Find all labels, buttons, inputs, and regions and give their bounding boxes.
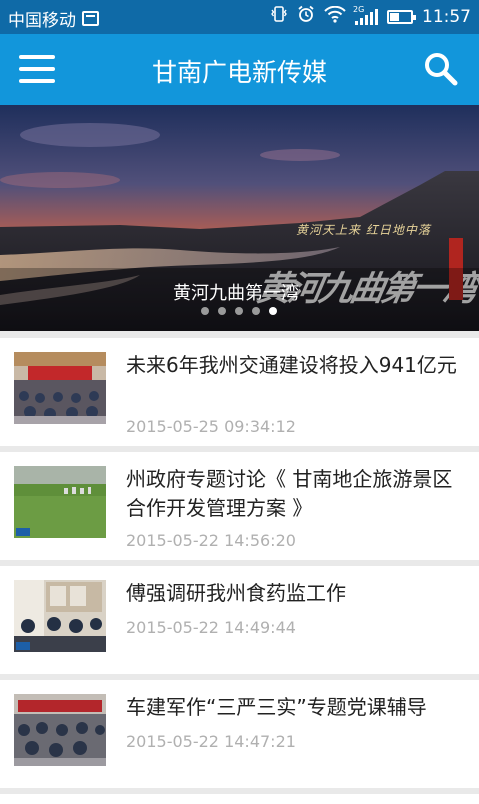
app-title: 甘南广电新传媒 — [151, 58, 327, 87]
search-icon[interactable] — [423, 51, 459, 87]
status-right: 2G 11:57 — [270, 5, 471, 28]
carousel-dot-active[interactable] — [269, 307, 277, 315]
banner-overlay-poem: 黄河天上来 红日地中落 — [296, 223, 431, 237]
news-item[interactable]: 州政府专题讨论《 甘南地企旅游景区合作开发管理方案 》 2015-05-22 1… — [0, 452, 479, 560]
news-item[interactable]: 车建军作“三严三实”专题党课辅导 2015-05-22 14:47:21 — [0, 680, 479, 788]
clock-label: 11:57 — [422, 6, 471, 27]
carousel-dot[interactable] — [201, 307, 209, 315]
news-thumbnail — [14, 466, 106, 538]
status-left: 中国移动 — [8, 6, 99, 31]
news-date: 2015-05-25 09:34:12 — [126, 417, 296, 436]
signal-icon: 2G — [353, 5, 378, 25]
carousel-dot[interactable] — [235, 307, 243, 315]
news-date: 2015-05-22 14:47:21 — [126, 732, 296, 751]
news-title: 州政府专题讨论《 甘南地企旅游景区合作开发管理方案 》 — [126, 467, 453, 520]
carrier-label: 中国移动 — [8, 11, 76, 31]
news-title: 未来6年我州交通建设将投入941亿元 — [126, 353, 457, 377]
status-bar: 中国移动 2G 11:57 — [0, 0, 479, 34]
carousel-dot[interactable] — [218, 307, 226, 315]
news-title: 车建军作“三严三实”专题党课辅导 — [126, 695, 427, 719]
news-item[interactable]: 未来6年我州交通建设将投入941亿元 2015-05-25 09:34:12 — [0, 338, 479, 446]
news-title: 傅强调研我州食药监工作 — [126, 581, 346, 605]
banner-carousel[interactable]: 黄河天上来 红日地中落 黄河九曲第一湾 黄河九曲第一湾 — [0, 105, 479, 331]
wifi-icon — [324, 5, 346, 28]
carousel-indicator — [201, 307, 277, 315]
news-date: 2015-05-22 14:56:20 — [126, 531, 296, 550]
banner-caption: 黄河九曲第一湾 — [173, 283, 299, 304]
news-thumbnail — [14, 352, 106, 424]
news-thumbnail — [14, 580, 106, 652]
alarm-icon — [297, 5, 315, 28]
news-item-partial[interactable] — [0, 794, 479, 804]
network-type-label: 2G — [353, 4, 365, 14]
sim-icon — [82, 11, 99, 26]
vibrate-icon — [270, 5, 288, 28]
news-date: 2015-05-22 14:49:44 — [126, 618, 296, 637]
battery-icon — [387, 9, 416, 24]
carousel-dot[interactable] — [252, 307, 260, 315]
news-item[interactable]: 傅强调研我州食药监工作 2015-05-22 14:49:44 — [0, 566, 479, 674]
news-thumbnail — [14, 694, 106, 766]
app-bar: 甘南广电新传媒 — [0, 34, 479, 105]
